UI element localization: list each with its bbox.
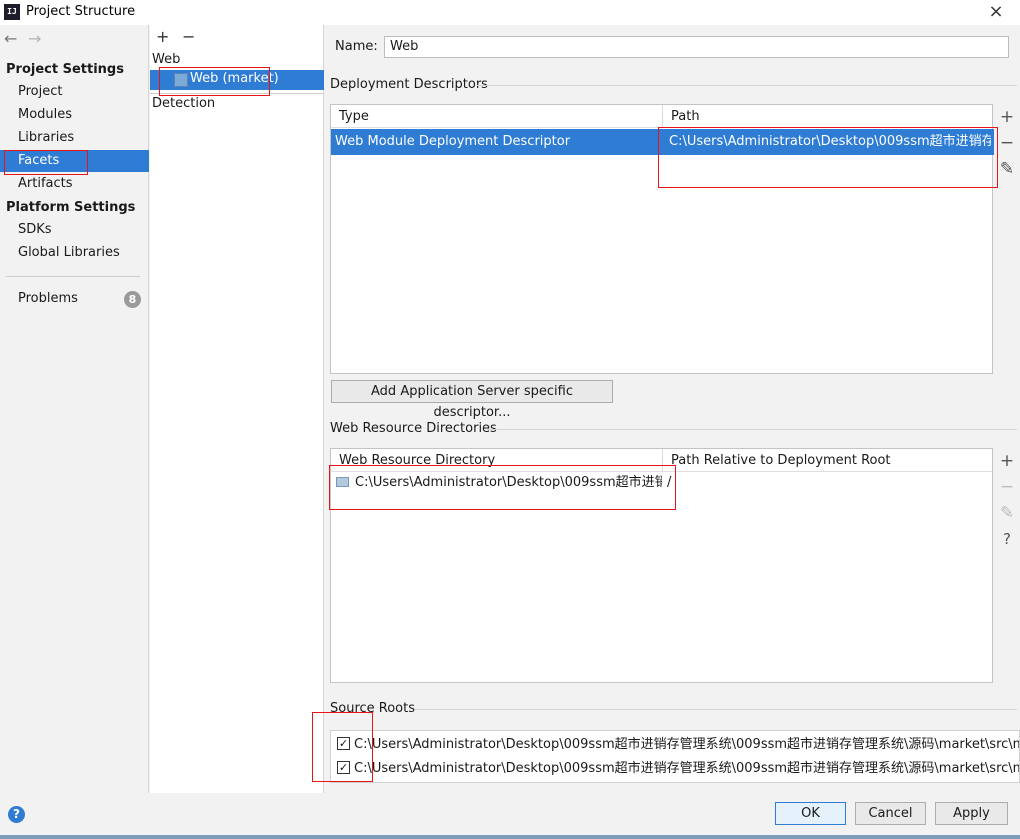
source-root-item[interactable]: ✓ C:\Users\Administrator\Desktop\009ssm超市… bbox=[337, 735, 1020, 755]
edit-resource-icon[interactable]: ✎ bbox=[994, 501, 1020, 525]
add-facet-icon[interactable]: + bbox=[156, 27, 182, 46]
facet-group-web[interactable]: Web bbox=[152, 52, 180, 67]
help-icon[interactable]: ? bbox=[994, 527, 1020, 551]
facet-list-panel: + − Web Web (market) Detection bbox=[150, 25, 324, 793]
window-bottom-edge bbox=[0, 835, 1020, 839]
deployment-descriptors-table: Type Path Web Module Deployment Descript… bbox=[330, 104, 994, 374]
cancel-button[interactable]: Cancel bbox=[855, 802, 926, 825]
add-descriptor-icon[interactable]: + bbox=[994, 105, 1020, 129]
table-row[interactable]: C:\Users\Administrator\Desktop\009ssm超市进… bbox=[331, 473, 994, 493]
web-facet-icon bbox=[174, 73, 188, 87]
web-resource-directory-cell[interactable]: C:\Users\Administrator\Desktop\009ssm超市进… bbox=[351, 473, 662, 493]
edit-descriptor-icon[interactable]: ✎ bbox=[994, 157, 1020, 181]
col-header-relative-path[interactable]: Path Relative to Deployment Root bbox=[663, 449, 891, 472]
facet-list-divider bbox=[150, 93, 324, 94]
nav-item-artifacts[interactable]: Artifacts bbox=[0, 173, 149, 195]
nav-item-global-libraries[interactable]: Global Libraries bbox=[0, 242, 149, 264]
source-roots-title: Source Roots bbox=[330, 701, 416, 716]
help-icon[interactable]: ? bbox=[8, 806, 25, 823]
add-server-descriptor-button[interactable]: Add Application Server specific descript… bbox=[331, 380, 613, 420]
source-root-checkbox[interactable]: ✓ bbox=[337, 737, 350, 750]
name-label: Name: bbox=[335, 39, 378, 54]
table-row[interactable]: Web Module Deployment Descriptor C:\User… bbox=[331, 129, 994, 155]
name-field[interactable]: Web bbox=[384, 36, 1009, 58]
source-root-path: C:\Users\Administrator\Desktop\009ssm超市进… bbox=[354, 737, 1020, 752]
settings-nav: ← → Project Settings Project Modules Libr… bbox=[0, 25, 149, 793]
web-resources-toolbar: + − ✎ ? bbox=[994, 449, 1020, 569]
deployment-table-header: Type Path bbox=[331, 105, 992, 128]
col-header-type[interactable]: Type bbox=[331, 105, 369, 128]
forward-arrow-icon[interactable]: → bbox=[28, 29, 52, 48]
facet-item-web-market[interactable]: Web (market) bbox=[150, 70, 324, 90]
col-header-path[interactable]: Path bbox=[663, 105, 700, 128]
deployment-descriptors-title: Deployment Descriptors bbox=[330, 77, 488, 92]
nav-divider bbox=[6, 276, 140, 277]
remove-resource-icon[interactable]: − bbox=[994, 475, 1020, 499]
nav-item-facets[interactable]: Facets bbox=[0, 150, 149, 172]
source-root-checkbox[interactable]: ✓ bbox=[337, 761, 350, 774]
web-resource-directories-title: Web Resource Directories bbox=[330, 421, 497, 436]
problems-label: Problems bbox=[18, 291, 78, 306]
problems-count-badge: 8 bbox=[124, 291, 141, 308]
source-roots-group-line bbox=[415, 709, 1017, 710]
back-arrow-icon[interactable]: ← bbox=[4, 29, 28, 48]
facet-item-label: Web (market) bbox=[190, 71, 279, 86]
project-settings-header: Project Settings bbox=[6, 62, 124, 77]
col-header-web-resource-directory[interactable]: Web Resource Directory bbox=[331, 449, 495, 472]
deployment-table-toolbar: + − ✎ bbox=[994, 105, 1020, 375]
descriptor-path-cell[interactable]: C:\Users\Administrator\Desktop\009ssm超市进… bbox=[665, 129, 991, 155]
nav-arrows: ← → bbox=[4, 29, 52, 49]
relative-path-cell[interactable]: / bbox=[663, 473, 763, 493]
nav-item-modules[interactable]: Modules bbox=[0, 104, 149, 126]
close-icon[interactable]: × bbox=[984, 1, 1008, 23]
facet-list-toolbar: + − bbox=[156, 27, 208, 46]
folder-icon bbox=[336, 477, 349, 487]
intellij-logo-icon: IJ bbox=[4, 4, 20, 20]
source-root-path: C:\Users\Administrator\Desktop\009ssm超市进… bbox=[354, 761, 1019, 776]
source-roots-list: ✓ C:\Users\Administrator\Desktop\009ssm超市… bbox=[330, 730, 1020, 783]
remove-descriptor-icon[interactable]: − bbox=[994, 131, 1020, 155]
title-bar: IJ Project Structure × bbox=[0, 0, 1020, 25]
nav-item-project[interactable]: Project bbox=[0, 81, 149, 103]
apply-button[interactable]: Apply bbox=[935, 802, 1008, 825]
add-resource-icon[interactable]: + bbox=[994, 449, 1020, 473]
web-resources-table-header: Web Resource Directory Path Relative to … bbox=[331, 449, 992, 472]
detection-item[interactable]: Detection bbox=[152, 96, 215, 111]
nav-item-problems[interactable]: Problems 8 bbox=[0, 288, 149, 310]
window-title: Project Structure bbox=[26, 4, 136, 19]
web-resource-directories-table: Web Resource Directory Path Relative to … bbox=[330, 448, 993, 683]
nav-item-sdks[interactable]: SDKs bbox=[0, 219, 149, 241]
web-resources-group-line bbox=[487, 429, 1017, 430]
source-root-item[interactable]: ✓ C:\Users\Administrator\Desktop\009ssm超市… bbox=[337, 759, 1019, 779]
facet-detail-panel: Name: Web Deployment Descriptors Type Pa… bbox=[325, 25, 1020, 793]
ok-button[interactable]: OK bbox=[775, 802, 846, 825]
deployment-group-line bbox=[477, 85, 1017, 86]
platform-settings-header: Platform Settings bbox=[6, 200, 136, 215]
descriptor-type-cell: Web Module Deployment Descriptor bbox=[335, 134, 571, 149]
remove-facet-icon[interactable]: − bbox=[182, 27, 208, 46]
nav-item-libraries[interactable]: Libraries bbox=[0, 127, 149, 149]
